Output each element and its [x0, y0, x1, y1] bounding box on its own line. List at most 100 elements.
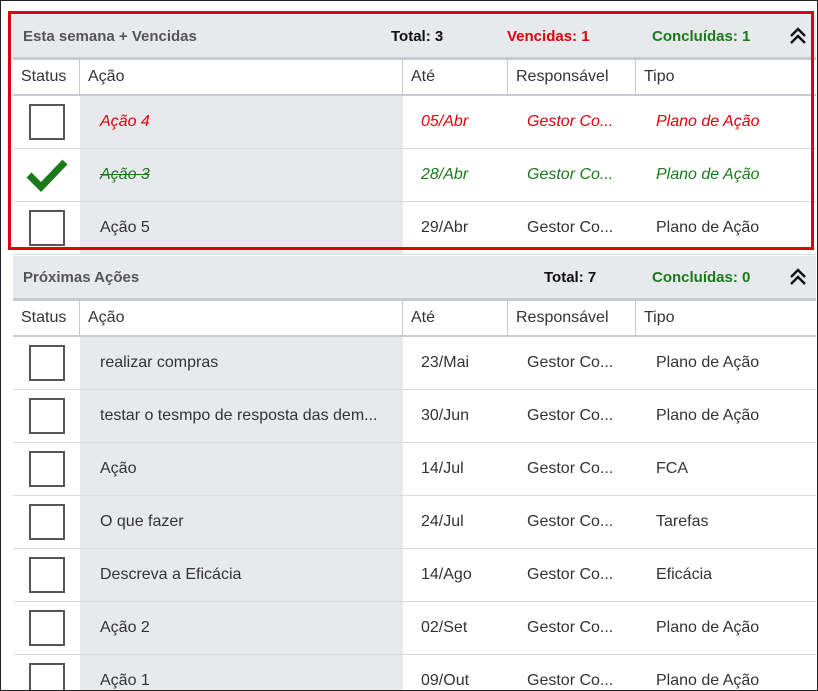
status-checkbox[interactable] [28, 104, 65, 140]
responsible-cell: Gestor Co... [508, 655, 636, 690]
date-cell: 28/Abr [403, 149, 508, 201]
date-cell-text: 28/Abr [421, 166, 469, 183]
responsible-cell-text: Gestor Co... [527, 113, 614, 130]
double-chevron-up-icon[interactable] [786, 265, 810, 289]
status-checkbox[interactable] [28, 451, 65, 487]
type-cell: Plano de Ação [636, 96, 816, 148]
status-cell [13, 202, 80, 254]
table-body: Ação 4 05/Abr Gestor Co... Plano de Ação Açã… [13, 96, 816, 255]
type-cell-text: FCA [656, 460, 688, 477]
status-checkbox[interactable] [28, 610, 65, 646]
status-cell [13, 602, 80, 654]
column-status[interactable]: Status [13, 60, 80, 94]
status-checkbox[interactable] [28, 398, 65, 434]
acao-cell-text: realizar compras [100, 354, 219, 371]
acao-cell-text: testar o tesmpo de resposta das dem... [100, 407, 378, 424]
responsible-cell-text: Gestor Co... [527, 566, 614, 583]
responsible-cell: Gestor Co... [508, 443, 636, 495]
column-ate[interactable]: Até [403, 60, 508, 94]
responsible-cell: Gestor Co... [508, 149, 636, 201]
column-acao[interactable]: Ação [80, 301, 403, 335]
section-this-week-overdue: Esta semana + Vencidas Total: 3 Vencidas… [13, 15, 816, 255]
status-checkbox[interactable] [28, 210, 65, 246]
column-tipo[interactable]: Tipo [636, 60, 816, 94]
table-row[interactable]: Ação 1 09/Out Gestor Co... Plano de Ação [13, 655, 816, 690]
date-cell: 05/Abr [403, 96, 508, 148]
responsible-cell: Gestor Co... [508, 602, 636, 654]
type-cell-text: Plano de Ação [656, 619, 760, 636]
column-acao[interactable]: Ação [80, 60, 403, 94]
section-next-actions: Próximas Ações Total: 7 Concluídas: 0 St… [13, 256, 816, 690]
acao-cell: realizar compras [80, 337, 403, 389]
date-cell-text: 09/Out [421, 672, 470, 689]
responsible-cell: Gestor Co... [508, 96, 636, 148]
table-row[interactable]: Ação 3 28/Abr Gestor Co... Plano de Ação [13, 149, 816, 202]
section-header[interactable]: Esta semana + Vencidas Total: 3 Vencidas… [13, 15, 816, 60]
type-cell-text: Plano de Ação [656, 166, 760, 183]
checkmark-icon[interactable] [26, 157, 68, 193]
status-cell [13, 337, 80, 389]
table-row[interactable]: Descreva a Eficácia 14/Ago Gestor Co... Efi… [13, 549, 816, 602]
status-checkbox[interactable] [28, 663, 65, 690]
status-checkbox[interactable] [28, 504, 65, 540]
date-cell-text: 14/Ago [421, 566, 472, 583]
status-cell [13, 390, 80, 442]
acao-cell: Ação 3 [80, 149, 403, 201]
status-cell [13, 149, 80, 201]
acao-cell-text: Ação 3 [100, 166, 150, 183]
status-checkbox[interactable] [28, 345, 65, 381]
column-headers: Status Ação Até Responsável Tipo [13, 60, 816, 96]
responsible-cell: Gestor Co... [508, 496, 636, 548]
responsible-cell: Gestor Co... [508, 337, 636, 389]
date-cell: 24/Jul [403, 496, 508, 548]
table-row[interactable]: Ação 14/Jul Gestor Co... FCA [13, 443, 816, 496]
actions-panel: Esta semana + Vencidas Total: 3 Vencidas… [0, 0, 818, 691]
responsible-cell-text: Gestor Co... [527, 219, 614, 236]
acao-cell: Ação 1 [80, 655, 403, 690]
column-status[interactable]: Status [13, 301, 80, 335]
table-body: realizar compras 23/Mai Gestor Co... Plano … [13, 337, 816, 690]
type-cell-text: Plano de Ação [656, 407, 760, 424]
status-cell [13, 96, 80, 148]
acao-cell-text: Ação 2 [100, 619, 150, 636]
type-cell: FCA [636, 443, 816, 495]
responsible-cell-text: Gestor Co... [527, 619, 614, 636]
total-count: Total: 3 [391, 28, 444, 45]
column-headers: Status Ação Até Responsável Tipo [13, 301, 816, 337]
responsible-cell-text: Gestor Co... [527, 166, 614, 183]
type-cell: Plano de Ação [636, 337, 816, 389]
table-row[interactable]: Ação 2 02/Set Gestor Co... Plano de Ação [13, 602, 816, 655]
responsible-cell-text: Gestor Co... [527, 460, 614, 477]
acao-cell-text: Ação 5 [100, 219, 150, 236]
type-cell: Plano de Ação [636, 149, 816, 201]
section-title: Esta semana + Vencidas [23, 28, 197, 45]
date-cell: 02/Set [403, 602, 508, 654]
table-row[interactable]: testar o tesmpo de resposta das dem... 30… [13, 390, 816, 443]
date-cell-text: 14/Jul [421, 460, 464, 477]
status-cell [13, 443, 80, 495]
acao-cell-text: Ação 4 [100, 113, 150, 130]
date-cell-text: 23/Mai [421, 354, 470, 371]
table-row[interactable]: realizar compras 23/Mai Gestor Co... Plano … [13, 337, 816, 390]
column-ate[interactable]: Até [403, 301, 508, 335]
acao-cell-text: Descreva a Eficácia [100, 566, 242, 583]
column-tipo[interactable]: Tipo [636, 301, 816, 335]
table-row[interactable]: Ação 4 05/Abr Gestor Co... Plano de Ação [13, 96, 816, 149]
date-cell-text: 30/Jun [421, 407, 470, 424]
table-row[interactable]: Ação 5 29/Abr Gestor Co... Plano de Ação [13, 202, 816, 255]
column-responsavel[interactable]: Responsável [508, 301, 636, 335]
responsible-cell-text: Gestor Co... [527, 354, 614, 371]
date-cell: 23/Mai [403, 337, 508, 389]
date-cell-text: 24/Jul [421, 513, 464, 530]
date-cell-text: 05/Abr [421, 113, 469, 130]
type-cell-text: Tarefas [656, 513, 709, 530]
date-cell-text: 29/Abr [421, 219, 469, 236]
double-chevron-up-icon[interactable] [786, 24, 810, 48]
section-header[interactable]: Próximas Ações Total: 7 Concluídas: 0 [13, 256, 816, 301]
table-row[interactable]: O que fazer 24/Jul Gestor Co... Tarefas [13, 496, 816, 549]
acao-cell-text: Ação [100, 460, 137, 477]
status-checkbox[interactable] [28, 557, 65, 593]
type-cell-text: Plano de Ação [656, 672, 760, 689]
column-responsavel[interactable]: Responsável [508, 60, 636, 94]
date-cell: 29/Abr [403, 202, 508, 254]
